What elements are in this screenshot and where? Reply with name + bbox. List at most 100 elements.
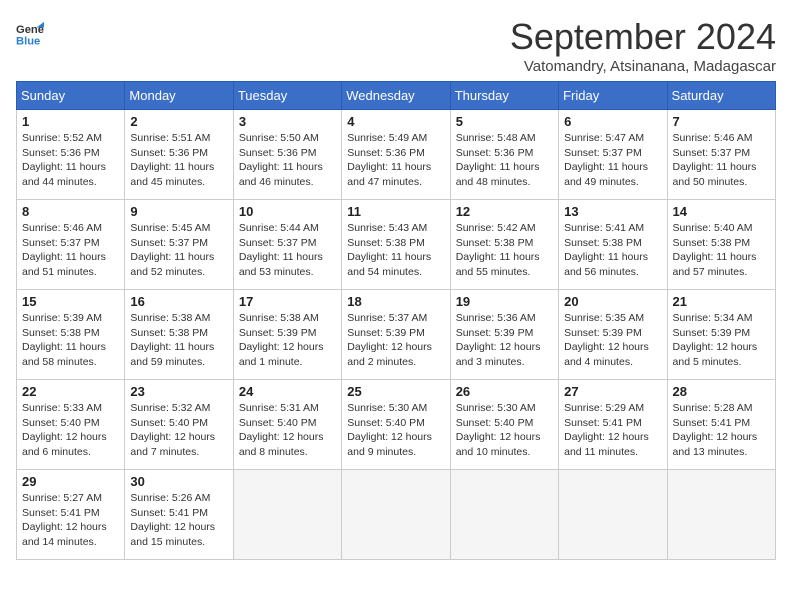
calendar-cell xyxy=(450,470,558,560)
day-info: Sunrise: 5:48 AMSunset: 5:36 PMDaylight:… xyxy=(456,131,553,190)
col-header-wednesday: Wednesday xyxy=(342,82,450,110)
day-info: Sunrise: 5:49 AMSunset: 5:36 PMDaylight:… xyxy=(347,131,444,190)
day-number: 7 xyxy=(673,114,770,129)
calendar-cell: 15Sunrise: 5:39 AMSunset: 5:38 PMDayligh… xyxy=(17,290,125,380)
week-row-2: 8 Sunrise: 5:46 AMSunset: 5:37 PMDaylight… xyxy=(17,200,776,290)
col-header-friday: Friday xyxy=(559,82,667,110)
calendar-cell: 18 Sunrise: 5:37 AMSunset: 5:39 PMDayligh… xyxy=(342,290,450,380)
day-info: Sunrise: 5:38 AMSunset: 5:38 PMDaylight:… xyxy=(130,311,227,370)
calendar-cell xyxy=(559,470,667,560)
day-number: 6 xyxy=(564,114,661,129)
calendar-cell xyxy=(667,470,775,560)
calendar-cell: 9 Sunrise: 5:45 AMSunset: 5:37 PMDaylight… xyxy=(125,200,233,290)
week-row-1: 1 Sunrise: 5:52 AMSunset: 5:36 PMDaylight… xyxy=(17,110,776,200)
day-number: 18 xyxy=(347,294,444,309)
day-number: 16 xyxy=(130,294,227,309)
day-number: 12 xyxy=(456,204,553,219)
day-number: 20 xyxy=(564,294,661,309)
calendar-cell: 30 Sunrise: 5:26 AMSunset: 5:41 PMDayligh… xyxy=(125,470,233,560)
calendar-cell: 28Sunrise: 5:28 AMSunset: 5:41 PMDayligh… xyxy=(667,380,775,470)
month-title: September 2024 xyxy=(510,16,776,58)
day-info: Sunrise: 5:42 AMSunset: 5:38 PMDaylight:… xyxy=(456,221,553,280)
day-info: Sunrise: 5:46 AMSunset: 5:37 PMDaylight:… xyxy=(673,131,770,190)
calendar-cell: 22 Sunrise: 5:33 AMSunset: 5:40 PMDayligh… xyxy=(17,380,125,470)
col-header-monday: Monday xyxy=(125,82,233,110)
calendar-cell: 2 Sunrise: 5:51 AMSunset: 5:36 PMDaylight… xyxy=(125,110,233,200)
day-number: 22 xyxy=(22,384,119,399)
calendar-cell: 24 Sunrise: 5:31 AMSunset: 5:40 PMDayligh… xyxy=(233,380,341,470)
day-number: 23 xyxy=(130,384,227,399)
day-number: 17 xyxy=(239,294,336,309)
day-info: Sunrise: 5:52 AMSunset: 5:36 PMDaylight:… xyxy=(22,131,119,190)
calendar-cell: 10 Sunrise: 5:44 AMSunset: 5:37 PMDayligh… xyxy=(233,200,341,290)
logo: General Blue xyxy=(16,20,44,48)
title-block: September 2024 Vatomandry, Atsinanana, M… xyxy=(510,16,776,75)
day-number: 5 xyxy=(456,114,553,129)
day-number: 1 xyxy=(22,114,119,129)
calendar-cell: 5 Sunrise: 5:48 AMSunset: 5:36 PMDaylight… xyxy=(450,110,558,200)
day-info: Sunrise: 5:27 AMSunset: 5:41 PMDaylight:… xyxy=(22,491,119,550)
day-number: 15 xyxy=(22,294,119,309)
day-info: Sunrise: 5:35 AMSunset: 5:39 PMDaylight:… xyxy=(564,311,661,370)
day-info: Sunrise: 5:30 AMSunset: 5:40 PMDaylight:… xyxy=(456,401,553,460)
calendar-cell: 8 Sunrise: 5:46 AMSunset: 5:37 PMDaylight… xyxy=(17,200,125,290)
day-number: 26 xyxy=(456,384,553,399)
day-info: Sunrise: 5:32 AMSunset: 5:40 PMDaylight:… xyxy=(130,401,227,460)
day-number: 27 xyxy=(564,384,661,399)
calendar-cell: 25 Sunrise: 5:30 AMSunset: 5:40 PMDayligh… xyxy=(342,380,450,470)
calendar-cell: 20 Sunrise: 5:35 AMSunset: 5:39 PMDayligh… xyxy=(559,290,667,380)
calendar-table: SundayMondayTuesdayWednesdayThursdayFrid… xyxy=(16,81,776,560)
day-number: 30 xyxy=(130,474,227,489)
day-info: Sunrise: 5:38 AMSunset: 5:39 PMDaylight:… xyxy=(239,311,336,370)
day-info: Sunrise: 5:30 AMSunset: 5:40 PMDaylight:… xyxy=(347,401,444,460)
day-info: Sunrise: 5:37 AMSunset: 5:39 PMDaylight:… xyxy=(347,311,444,370)
day-number: 25 xyxy=(347,384,444,399)
day-info: Sunrise: 5:31 AMSunset: 5:40 PMDaylight:… xyxy=(239,401,336,460)
calendar-cell: 27 Sunrise: 5:29 AMSunset: 5:41 PMDayligh… xyxy=(559,380,667,470)
day-number: 9 xyxy=(130,204,227,219)
col-header-thursday: Thursday xyxy=(450,82,558,110)
calendar-cell: 3 Sunrise: 5:50 AMSunset: 5:36 PMDaylight… xyxy=(233,110,341,200)
day-number: 13 xyxy=(564,204,661,219)
calendar-cell: 11 Sunrise: 5:43 AMSunset: 5:38 PMDayligh… xyxy=(342,200,450,290)
calendar-cell: 12 Sunrise: 5:42 AMSunset: 5:38 PMDayligh… xyxy=(450,200,558,290)
col-header-sunday: Sunday xyxy=(17,82,125,110)
day-number: 19 xyxy=(456,294,553,309)
day-info: Sunrise: 5:26 AMSunset: 5:41 PMDaylight:… xyxy=(130,491,227,550)
week-row-4: 22 Sunrise: 5:33 AMSunset: 5:40 PMDayligh… xyxy=(17,380,776,470)
day-number: 3 xyxy=(239,114,336,129)
week-row-5: 29 Sunrise: 5:27 AMSunset: 5:41 PMDayligh… xyxy=(17,470,776,560)
day-info: Sunrise: 5:51 AMSunset: 5:36 PMDaylight:… xyxy=(130,131,227,190)
day-info: Sunrise: 5:45 AMSunset: 5:37 PMDaylight:… xyxy=(130,221,227,280)
calendar-cell: 4Sunrise: 5:49 AMSunset: 5:36 PMDaylight… xyxy=(342,110,450,200)
calendar-cell: 23 Sunrise: 5:32 AMSunset: 5:40 PMDayligh… xyxy=(125,380,233,470)
day-number: 8 xyxy=(22,204,119,219)
day-info: Sunrise: 5:33 AMSunset: 5:40 PMDaylight:… xyxy=(22,401,119,460)
day-number: 2 xyxy=(130,114,227,129)
day-number: 29 xyxy=(22,474,119,489)
day-number: 24 xyxy=(239,384,336,399)
day-info: Sunrise: 5:46 AMSunset: 5:37 PMDaylight:… xyxy=(22,221,119,280)
calendar-cell xyxy=(342,470,450,560)
calendar-cell: 16 Sunrise: 5:38 AMSunset: 5:38 PMDayligh… xyxy=(125,290,233,380)
col-header-saturday: Saturday xyxy=(667,82,775,110)
day-number: 10 xyxy=(239,204,336,219)
day-number: 14 xyxy=(673,204,770,219)
logo-icon: General Blue xyxy=(16,20,44,48)
day-info: Sunrise: 5:29 AMSunset: 5:41 PMDaylight:… xyxy=(564,401,661,460)
calendar-cell: 6Sunrise: 5:47 AMSunset: 5:37 PMDaylight… xyxy=(559,110,667,200)
day-number: 11 xyxy=(347,204,444,219)
day-info: Sunrise: 5:36 AMSunset: 5:39 PMDaylight:… xyxy=(456,311,553,370)
calendar-cell: 7 Sunrise: 5:46 AMSunset: 5:37 PMDaylight… xyxy=(667,110,775,200)
calendar-cell: 13Sunrise: 5:41 AMSunset: 5:38 PMDayligh… xyxy=(559,200,667,290)
calendar-cell xyxy=(233,470,341,560)
location-subtitle: Vatomandry, Atsinanana, Madagascar xyxy=(510,58,776,75)
day-number: 21 xyxy=(673,294,770,309)
day-info: Sunrise: 5:43 AMSunset: 5:38 PMDaylight:… xyxy=(347,221,444,280)
svg-text:Blue: Blue xyxy=(16,35,40,47)
calendar-cell: 26 Sunrise: 5:30 AMSunset: 5:40 PMDayligh… xyxy=(450,380,558,470)
day-info: Sunrise: 5:44 AMSunset: 5:37 PMDaylight:… xyxy=(239,221,336,280)
calendar-cell: 14Sunrise: 5:40 AMSunset: 5:38 PMDayligh… xyxy=(667,200,775,290)
day-info: Sunrise: 5:50 AMSunset: 5:36 PMDaylight:… xyxy=(239,131,336,190)
calendar-cell: 21Sunrise: 5:34 AMSunset: 5:39 PMDayligh… xyxy=(667,290,775,380)
